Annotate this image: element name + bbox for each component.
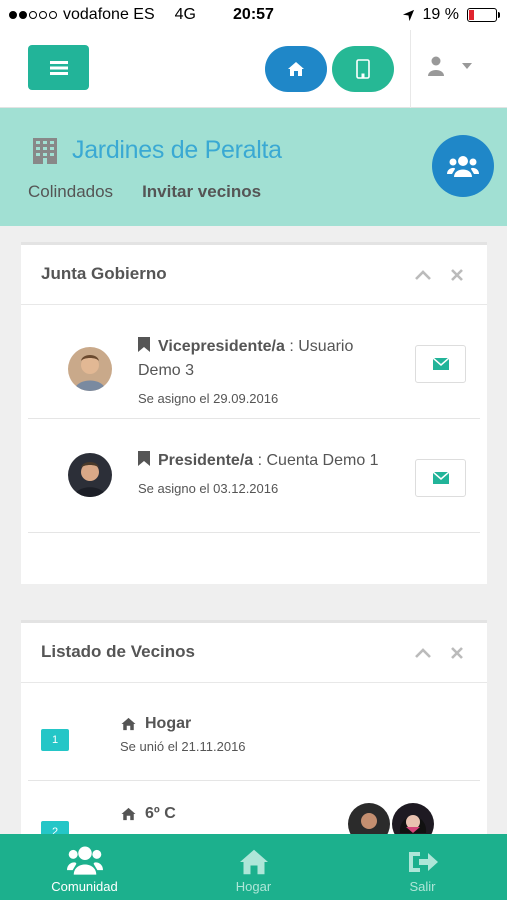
- community-members-button[interactable]: [432, 135, 494, 197]
- top-navbar: [0, 30, 507, 108]
- avatar: [348, 803, 390, 834]
- nav-divider: [410, 30, 411, 108]
- building-button[interactable]: [332, 46, 394, 92]
- location-arrow-icon: [402, 9, 414, 21]
- member-name: Cuenta Demo 1: [266, 452, 379, 469]
- home-icon: [121, 717, 136, 731]
- tab-invitar-vecinos[interactable]: Invitar vecinos: [142, 182, 261, 202]
- close-icon[interactable]: [451, 647, 463, 659]
- community-header: Jardines de Peralta Colindados Invitar v…: [0, 108, 507, 226]
- vecino-name: 6º C: [145, 805, 176, 822]
- vecino-date: Se unió el 21.11.2016: [120, 739, 246, 754]
- tab-comunidad[interactable]: Comunidad: [0, 834, 169, 900]
- avatar: [392, 803, 434, 834]
- hamburger-icon: [49, 60, 68, 75]
- avatar: [68, 453, 112, 497]
- card-title: Junta Gobierno: [41, 264, 167, 283]
- user-icon: [428, 56, 444, 76]
- tab-label: Salir: [409, 879, 436, 894]
- user-menu[interactable]: [428, 56, 472, 76]
- battery-icon: [467, 8, 500, 22]
- bookmark-icon: [138, 337, 150, 352]
- collapse-icon[interactable]: [415, 648, 431, 658]
- vecinos-card: Listado de Vecinos 1 Hogar Se unió el 21…: [21, 620, 487, 834]
- collapse-icon[interactable]: [415, 270, 431, 280]
- envelope-icon: [432, 358, 449, 370]
- card-title: Listado de Vecinos: [41, 642, 195, 661]
- item-number: 1: [41, 729, 69, 751]
- email-button[interactable]: [415, 345, 466, 383]
- building-icon: [356, 59, 370, 79]
- close-icon[interactable]: [451, 269, 463, 281]
- item-number: 2: [41, 821, 69, 834]
- battery-percent: 19 %: [422, 6, 459, 23]
- home-button[interactable]: [265, 46, 327, 92]
- member-role: Vicepresidente/a: [158, 338, 285, 355]
- home-icon: [288, 62, 304, 76]
- role-separator: :: [284, 338, 299, 355]
- list-item[interactable]: 1 Hogar Se unió el 21.11.2016: [28, 683, 480, 781]
- list-item: Vicepresidente/a : Usuario Demo 3 Se asi…: [28, 305, 480, 419]
- email-button[interactable]: [415, 459, 466, 497]
- tab-colindados[interactable]: Colindados: [28, 182, 113, 202]
- envelope-icon: [432, 472, 449, 484]
- menu-button[interactable]: [28, 45, 89, 90]
- status-bar: vodafone ES 4G 20:57 19 %: [0, 0, 507, 30]
- tab-hogar[interactable]: Hogar: [169, 834, 338, 900]
- avatar: [68, 347, 112, 391]
- users-icon: [447, 156, 479, 177]
- caret-down-icon: [462, 63, 472, 69]
- member-date: Se asigno el 29.09.2016: [138, 391, 279, 406]
- vecino-name: Hogar: [145, 715, 192, 732]
- bookmark-icon: [138, 451, 150, 466]
- list-item: Presidente/a : Cuenta Demo 1 Se asigno e…: [28, 419, 480, 533]
- list-item[interactable]: 2 6º C: [28, 781, 480, 834]
- community-name: Jardines de Peralta: [72, 136, 282, 164]
- sign-out-icon: [408, 852, 438, 872]
- junta-card: Junta Gobierno Vicepresidente/a : Usuari…: [21, 242, 487, 584]
- users-icon: [66, 846, 103, 875]
- tab-label: Hogar: [235, 879, 272, 894]
- home-icon: [121, 807, 136, 821]
- member-date: Se asigno el 03.12.2016: [138, 481, 279, 496]
- tab-salir[interactable]: Salir: [338, 834, 507, 900]
- tab-label: Comunidad: [51, 879, 118, 894]
- role-separator: :: [253, 452, 267, 469]
- member-role: Presidente/a: [158, 452, 254, 469]
- bottom-tab-bar: Comunidad Hogar Salir: [0, 834, 507, 900]
- building-icon: [33, 137, 57, 164]
- home-icon: [239, 849, 268, 875]
